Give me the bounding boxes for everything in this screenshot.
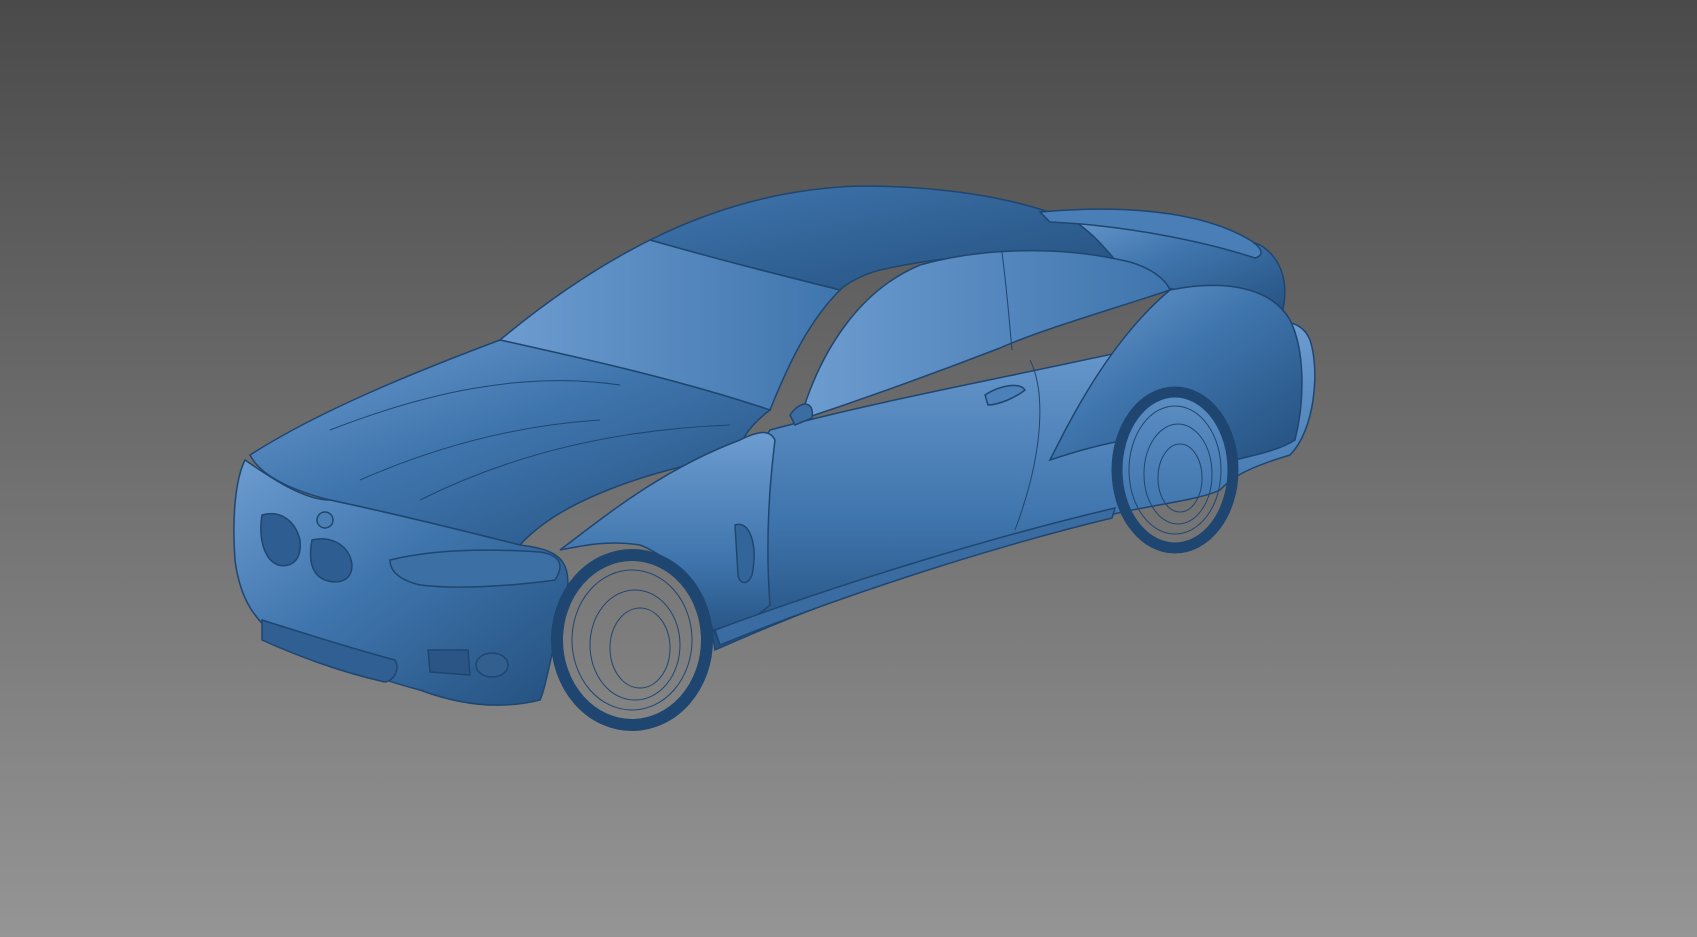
car-headlight bbox=[389, 549, 561, 588]
3d-viewport[interactable] bbox=[0, 0, 1697, 937]
car-emblem-icon bbox=[316, 511, 334, 529]
car-front-wheel bbox=[551, 549, 713, 731]
car-model-icon[interactable] bbox=[0, 0, 1697, 937]
car-fog-light bbox=[475, 652, 509, 678]
scene-canvas[interactable] bbox=[0, 0, 1697, 937]
car-fog-vent bbox=[427, 649, 471, 676]
